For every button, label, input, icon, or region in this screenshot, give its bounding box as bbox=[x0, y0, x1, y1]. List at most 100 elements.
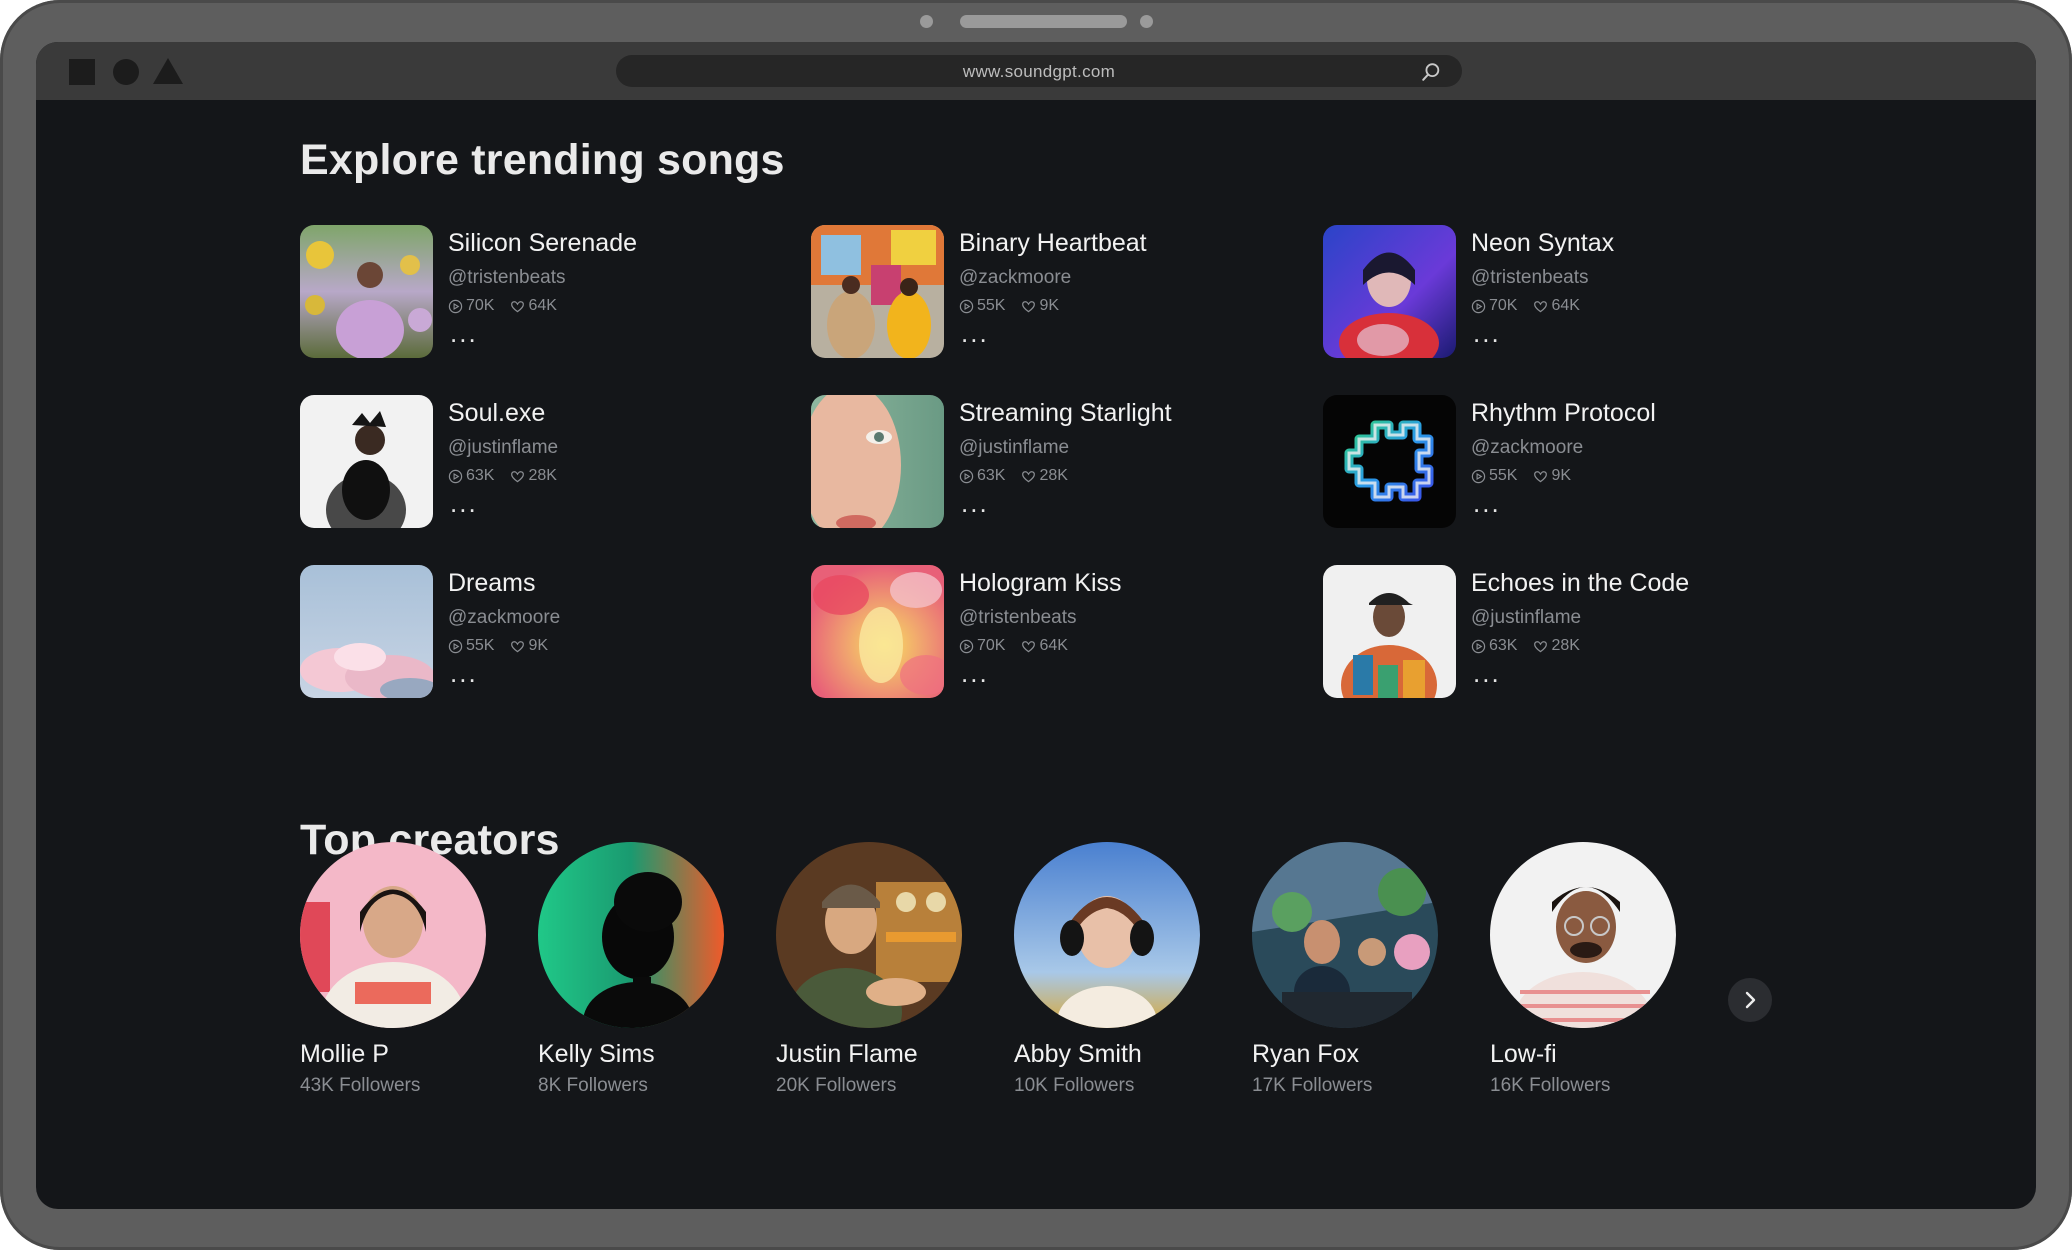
plays-count: 70K bbox=[1489, 297, 1518, 314]
heart-icon bbox=[1534, 300, 1548, 312]
song-artist[interactable]: @tristenbeats bbox=[1471, 267, 1589, 289]
song-artist[interactable]: @justinflame bbox=[1471, 607, 1581, 629]
song-title[interactable]: Streaming Starlight bbox=[959, 399, 1172, 428]
song-card[interactable]: Soul.exe @justinflame 63K 28K ... bbox=[300, 395, 780, 529]
song-cover[interactable] bbox=[811, 225, 944, 358]
play-icon bbox=[959, 299, 974, 313]
more-options-button[interactable]: ... bbox=[1473, 660, 1501, 686]
creator-name[interactable]: Kelly Sims bbox=[538, 1040, 655, 1069]
song-stats: 63K 28K bbox=[448, 467, 573, 485]
song-title[interactable]: Neon Syntax bbox=[1471, 229, 1614, 258]
more-options-button[interactable]: ... bbox=[450, 660, 478, 686]
creator-followers: 8K Followers bbox=[538, 1075, 648, 1096]
plays-count: 63K bbox=[466, 467, 495, 484]
url-text[interactable]: www.soundgpt.com bbox=[616, 62, 1462, 82]
song-title[interactable]: Soul.exe bbox=[448, 399, 545, 428]
creator-card[interactable]: Mollie P 43K Followers bbox=[300, 842, 490, 1112]
likes-stat: 64K bbox=[1533, 297, 1580, 315]
likes-stat: 9K bbox=[510, 637, 548, 655]
song-cover[interactable] bbox=[300, 225, 433, 358]
song-cover[interactable] bbox=[1323, 225, 1456, 358]
creator-name[interactable]: Mollie P bbox=[300, 1040, 389, 1069]
heart-icon bbox=[1534, 640, 1548, 652]
song-card[interactable]: Rhythm Protocol @zackmoore 55K 9K ... bbox=[1323, 395, 1803, 529]
song-artist[interactable]: @justinflame bbox=[959, 437, 1069, 459]
song-card[interactable]: Hologram Kiss @tristenbeats 70K 64K ... bbox=[811, 565, 1291, 699]
avatar[interactable] bbox=[1014, 842, 1200, 1028]
song-cover[interactable] bbox=[811, 395, 944, 528]
heart-icon bbox=[511, 640, 525, 652]
creator-name[interactable]: Abby Smith bbox=[1014, 1040, 1142, 1069]
more-options-button[interactable]: ... bbox=[961, 320, 989, 346]
song-title[interactable]: Hologram Kiss bbox=[959, 569, 1122, 598]
more-options-button[interactable]: ... bbox=[1473, 490, 1501, 516]
more-options-button[interactable]: ... bbox=[450, 490, 478, 516]
creator-followers: 20K Followers bbox=[776, 1075, 897, 1096]
creator-card[interactable]: Ryan Fox 17K Followers bbox=[1252, 842, 1442, 1112]
song-artist[interactable]: @zackmoore bbox=[1471, 437, 1583, 459]
more-options-button[interactable]: ... bbox=[1473, 320, 1501, 346]
song-artist[interactable]: @tristenbeats bbox=[959, 607, 1077, 629]
creator-card[interactable]: Abby Smith 10K Followers bbox=[1014, 842, 1204, 1112]
song-card[interactable]: Neon Syntax @tristenbeats 70K 64K ... bbox=[1323, 225, 1803, 359]
song-artist[interactable]: @justinflame bbox=[448, 437, 558, 459]
song-artist[interactable]: @zackmoore bbox=[959, 267, 1071, 289]
more-options-button[interactable]: ... bbox=[450, 320, 478, 346]
creators-next-button[interactable] bbox=[1728, 978, 1772, 1022]
likes-stat: 9K bbox=[1533, 467, 1571, 485]
more-options-button[interactable]: ... bbox=[961, 660, 989, 686]
song-card[interactable]: Silicon Serenade @tristenbeats 70K 64K .… bbox=[300, 225, 780, 359]
song-title[interactable]: Binary Heartbeat bbox=[959, 229, 1147, 258]
avatar[interactable] bbox=[1252, 842, 1438, 1028]
song-card[interactable]: Streaming Starlight @justinflame 63K 28K… bbox=[811, 395, 1291, 529]
song-stats: 70K 64K bbox=[448, 297, 573, 315]
avatar[interactable] bbox=[776, 842, 962, 1028]
square-icon[interactable] bbox=[69, 59, 95, 85]
creator-card[interactable]: Justin Flame 20K Followers bbox=[776, 842, 966, 1112]
creator-name[interactable]: Ryan Fox bbox=[1252, 1040, 1359, 1069]
heart-icon bbox=[511, 300, 525, 312]
song-cover[interactable] bbox=[1323, 395, 1456, 528]
song-stats: 55K 9K bbox=[1471, 467, 1587, 485]
song-title[interactable]: Rhythm Protocol bbox=[1471, 399, 1656, 428]
more-options-button[interactable]: ... bbox=[961, 490, 989, 516]
camera-pill bbox=[960, 15, 1127, 28]
circle-icon[interactable] bbox=[113, 59, 139, 85]
likes-count: 28K bbox=[528, 467, 557, 484]
creator-name[interactable]: Justin Flame bbox=[776, 1040, 918, 1069]
song-artist[interactable]: @zackmoore bbox=[448, 607, 560, 629]
likes-stat: 9K bbox=[1021, 297, 1059, 315]
avatar[interactable] bbox=[300, 842, 486, 1028]
browser-toolbar: www.soundgpt.com bbox=[36, 42, 2036, 100]
song-card[interactable]: Dreams @zackmoore 55K 9K ... bbox=[300, 565, 780, 699]
song-stats: 70K 64K bbox=[959, 637, 1084, 655]
avatar[interactable] bbox=[1490, 842, 1676, 1028]
song-title[interactable]: Dreams bbox=[448, 569, 536, 598]
song-title[interactable]: Echoes in the Code bbox=[1471, 569, 1689, 598]
triangle-icon[interactable] bbox=[153, 58, 183, 84]
creator-name[interactable]: Low-fi bbox=[1490, 1040, 1557, 1069]
creator-card[interactable]: Kelly Sims 8K Followers bbox=[538, 842, 728, 1112]
song-cover[interactable] bbox=[300, 565, 433, 698]
likes-count: 9K bbox=[528, 637, 549, 654]
song-artist[interactable]: @tristenbeats bbox=[448, 267, 566, 289]
likes-count: 64K bbox=[1039, 637, 1068, 654]
play-icon bbox=[448, 299, 463, 313]
song-cover[interactable] bbox=[811, 565, 944, 698]
plays-count: 55K bbox=[1489, 467, 1518, 484]
song-cover[interactable] bbox=[300, 395, 433, 528]
search-icon[interactable] bbox=[1420, 61, 1442, 83]
address-bar[interactable]: www.soundgpt.com bbox=[616, 55, 1462, 87]
creator-card[interactable]: Low-fi 16K Followers bbox=[1490, 842, 1680, 1112]
plays-stat: 55K bbox=[959, 297, 1005, 315]
song-card[interactable]: Echoes in the Code @justinflame 63K 28K … bbox=[1323, 565, 1803, 699]
likes-count: 9K bbox=[1039, 297, 1060, 314]
plays-stat: 55K bbox=[448, 637, 494, 655]
avatar[interactable] bbox=[538, 842, 724, 1028]
likes-stat: 28K bbox=[510, 467, 557, 485]
heart-icon bbox=[511, 470, 525, 482]
song-title[interactable]: Silicon Serenade bbox=[448, 229, 637, 258]
song-cover[interactable] bbox=[1323, 565, 1456, 698]
song-card[interactable]: Binary Heartbeat @zackmoore 55K 9K ... bbox=[811, 225, 1291, 359]
play-icon bbox=[1471, 299, 1486, 313]
